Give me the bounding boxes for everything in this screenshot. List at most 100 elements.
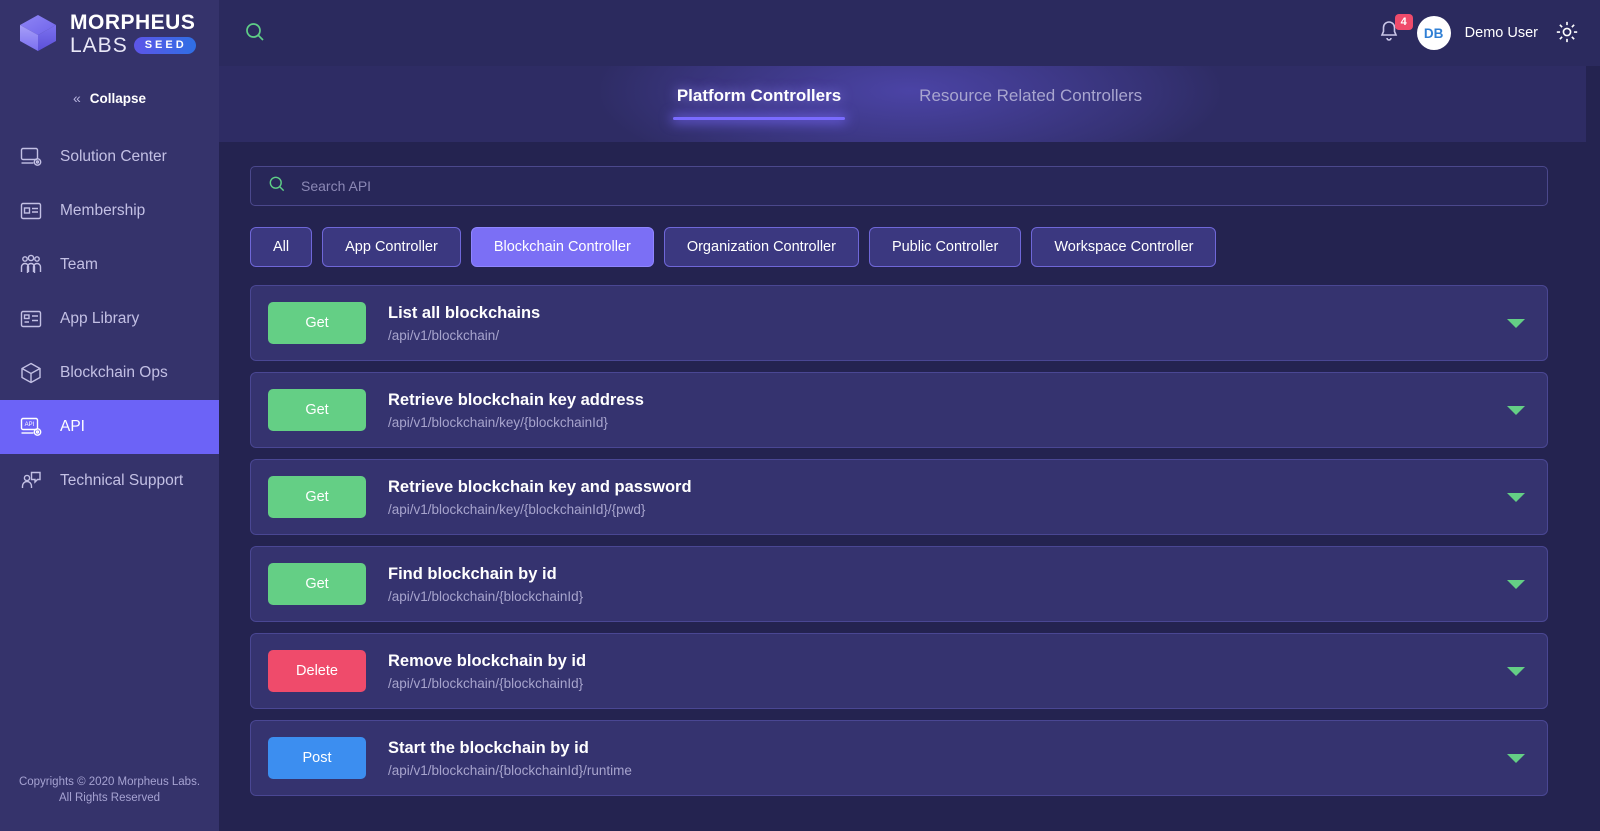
tab-active-underline — [672, 117, 846, 120]
right-edge-strip — [1586, 66, 1600, 831]
endpoint-path: /api/v1/blockchain/{blockchainId} — [388, 588, 584, 604]
search-input[interactable] — [301, 178, 1531, 194]
row-text-group: Find blockchain by id /api/v1/blockchain… — [388, 565, 583, 604]
endpoint-title: List all blockchains — [388, 303, 541, 322]
sidebar-item-label: Blockchain Ops — [60, 364, 168, 381]
brand-logo[interactable]: MORPHEUS LABS SEED — [0, 0, 219, 66]
endpoint-path: /api/v1/blockchain/key/{blockchainId} — [388, 414, 608, 430]
gear-icon[interactable] — [1554, 19, 1582, 47]
sidebar-item-api[interactable]: API API — [0, 400, 219, 454]
filter-public-controller[interactable]: Public Controller — [868, 227, 1022, 267]
row-text-group: List all blockchains /api/v1/blockchain/ — [388, 304, 540, 343]
app-root: MORPHEUS LABS SEED « Collapse Solution C… — [0, 0, 1600, 831]
endpoint-path: /api/v1/blockchain/ — [388, 327, 500, 343]
method-badge[interactable]: Get — [268, 389, 366, 431]
sidebar-item-label: App Library — [60, 310, 140, 327]
footer-copyright-line2: All Rights Reserved — [59, 792, 160, 805]
row-text-group: Retrieve blockchain key address /api/v1/… — [388, 391, 644, 430]
sidebar-item-label: Solution Center — [60, 148, 167, 165]
support-chat-icon — [18, 468, 44, 494]
api-monitor-icon: API — [18, 414, 44, 440]
chevron-down-icon[interactable] — [1507, 492, 1525, 502]
row-text-group: Start the blockchain by id /api/v1/block… — [388, 739, 632, 778]
endpoint-path: /api/v1/blockchain/{blockchainId} — [388, 675, 584, 691]
sidebar-footer: Copyrights © 2020 Morpheus Labs. All Rig… — [0, 774, 219, 807]
sidebar-item-app-library[interactable]: App Library — [0, 292, 219, 346]
sidebar-item-technical-support[interactable]: Technical Support — [0, 454, 219, 508]
table-row[interactable]: Get Find blockchain by id /api/v1/blockc… — [250, 546, 1548, 622]
notification-badge-count: 4 — [1394, 14, 1413, 30]
sidebar-item-label: API — [60, 418, 85, 435]
row-text-group: Remove blockchain by id /api/v1/blockcha… — [388, 652, 586, 691]
cube-icon — [17, 12, 59, 54]
tab-label: Platform Controllers — [676, 86, 842, 105]
filter-organization-controller[interactable]: Organization Controller — [663, 227, 859, 267]
sidebar-item-membership[interactable]: Membership — [0, 184, 219, 238]
user-name-label[interactable]: Demo User — [1465, 25, 1538, 41]
avatar[interactable]: DB — [1416, 16, 1451, 50]
sidebar-item-team[interactable]: Team — [0, 238, 219, 292]
sidebar-collapse-label: Collapse — [89, 90, 147, 106]
library-card-icon — [18, 306, 44, 332]
endpoint-title: Retrieve blockchain key address — [388, 390, 644, 409]
footer-copyright-line1: Copyrights © 2020 Morpheus Labs. — [18, 775, 201, 788]
endpoint-title: Find blockchain by id — [388, 564, 557, 583]
chevron-down-icon[interactable] — [1507, 318, 1525, 328]
people-icon — [18, 252, 44, 278]
sidebar-item-label: Membership — [60, 202, 146, 219]
search-icon — [267, 174, 287, 199]
endpoint-path: /api/v1/blockchain/key/{blockchainId}/{p… — [388, 501, 646, 517]
tab-bar: Platform Controllers Resource Related Co… — [219, 66, 1600, 142]
main-area: 4 DB Demo User Platform Controllers Reso… — [219, 0, 1600, 831]
endpoint-title: Remove blockchain by id — [388, 651, 587, 670]
filter-app-controller[interactable]: App Controller — [322, 227, 461, 267]
method-badge[interactable]: Get — [268, 476, 366, 518]
sidebar-item-label: Team — [60, 256, 98, 273]
content-area: All App Controller Blockchain Controller… — [219, 142, 1600, 831]
sidebar-nav: Solution Center Membership Team App Libr… — [0, 130, 219, 508]
filter-blockchain-controller[interactable]: Blockchain Controller — [470, 227, 654, 267]
table-row[interactable]: Get Retrieve blockchain key and password… — [250, 459, 1548, 535]
filter-workspace-controller[interactable]: Workspace Controller — [1031, 227, 1217, 267]
svg-text:API: API — [25, 422, 35, 428]
chevron-down-icon[interactable] — [1507, 666, 1525, 676]
sidebar-item-solution-center[interactable]: Solution Center — [0, 130, 219, 184]
chevron-down-icon[interactable] — [1507, 753, 1525, 763]
tab-label: Resource Related Controllers — [919, 86, 1143, 105]
sidebar-item-blockchain-ops[interactable]: Blockchain Ops — [0, 346, 219, 400]
table-row[interactable]: Post Start the blockchain by id /api/v1/… — [250, 720, 1548, 796]
search-icon[interactable] — [243, 20, 269, 46]
id-card-icon — [18, 198, 44, 224]
table-row[interactable]: Delete Remove blockchain by id /api/v1/b… — [250, 633, 1548, 709]
method-badge[interactable]: Delete — [268, 650, 366, 692]
search-api-bar[interactable] — [250, 166, 1548, 206]
endpoint-title: Retrieve blockchain key and password — [388, 477, 692, 496]
method-badge[interactable]: Post — [268, 737, 366, 779]
row-text-group: Retrieve blockchain key and password /ap… — [388, 478, 692, 517]
brand-badge-seed: SEED — [133, 36, 196, 54]
sidebar: MORPHEUS LABS SEED « Collapse Solution C… — [0, 0, 219, 831]
brand-name-line2: LABS — [70, 33, 128, 57]
notifications-button[interactable]: 4 — [1377, 14, 1413, 48]
chevron-down-icon[interactable] — [1507, 405, 1525, 415]
brand-name-line1: MORPHEUS — [70, 10, 196, 34]
tab-resource-related-controllers[interactable]: Resource Related Controllers — [915, 86, 1146, 120]
api-endpoint-list: Get List all blockchains /api/v1/blockch… — [250, 285, 1548, 796]
method-badge[interactable]: Get — [268, 302, 366, 344]
cube-outline-icon — [18, 360, 44, 386]
tabs-group: Platform Controllers Resource Related Co… — [672, 66, 1146, 120]
table-row[interactable]: Get List all blockchains /api/v1/blockch… — [250, 285, 1548, 361]
filter-all[interactable]: All — [250, 227, 313, 267]
sidebar-collapse-button[interactable]: « Collapse — [0, 76, 219, 120]
topbar-right-group: 4 DB Demo User — [1377, 14, 1582, 50]
table-row[interactable]: Get Retrieve blockchain key address /api… — [250, 372, 1548, 448]
top-bar: 4 DB Demo User — [219, 0, 1600, 66]
filter-button-group: All App Controller Blockchain Controller… — [250, 227, 1548, 267]
endpoint-title: Start the blockchain by id — [388, 738, 589, 757]
chevron-down-icon[interactable] — [1507, 579, 1525, 589]
tab-platform-controllers[interactable]: Platform Controllers — [672, 86, 846, 120]
double-chevron-left-icon: « — [72, 90, 81, 106]
endpoint-path: /api/v1/blockchain/{blockchainId}/runtim… — [388, 762, 632, 778]
monitor-gear-icon — [18, 144, 44, 170]
method-badge[interactable]: Get — [268, 563, 366, 605]
